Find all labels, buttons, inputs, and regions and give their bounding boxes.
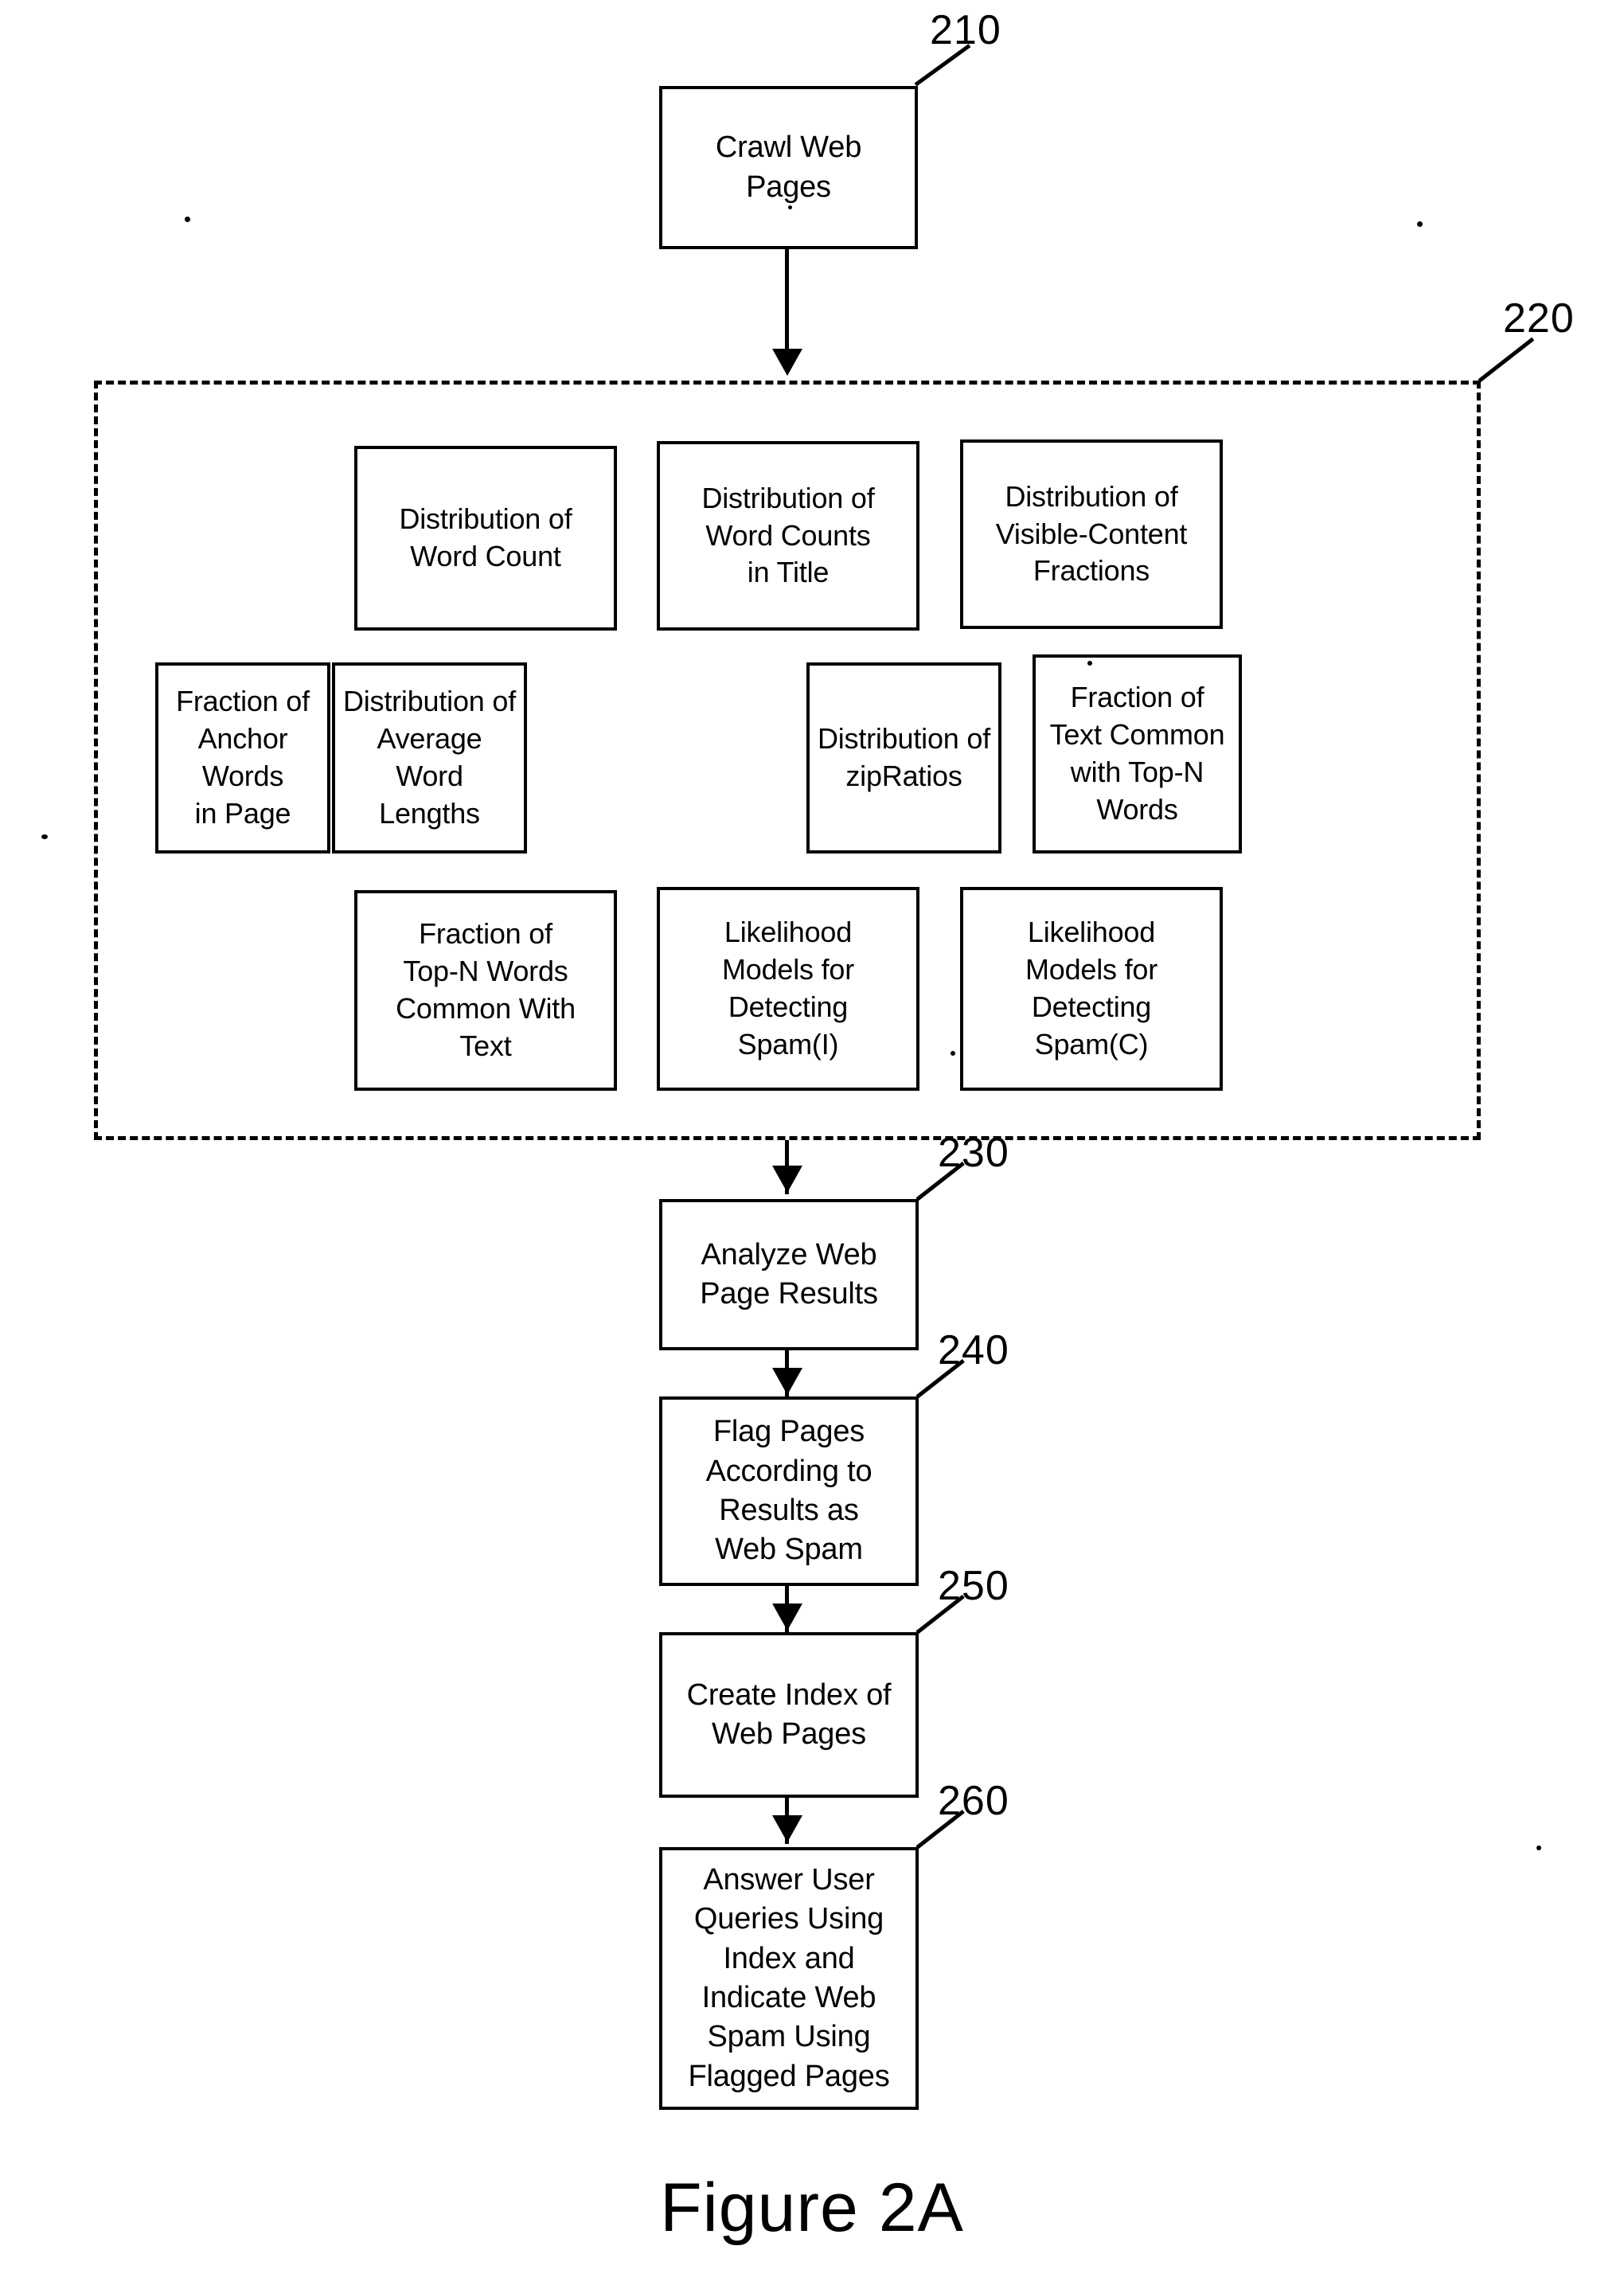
feature-box-label: Distribution of Visible-Content Fractions <box>995 479 1188 588</box>
feature-box-distribution-of-visible-content-fractions: Distribution of Visible-Content Fractions <box>960 439 1223 629</box>
feature-box-label: Fraction of Top-N Words Common With Text <box>396 917 576 1062</box>
feature-box-label: Likelihood Models for Detecting Spam(I) <box>721 916 855 1061</box>
scan-speck <box>41 834 48 839</box>
arrowhead-features-to-analyze <box>772 1166 802 1193</box>
reference-numeral-250: 250 <box>938 1563 1009 1609</box>
feature-box-label: Fraction of Anchor Words in Page <box>176 685 310 830</box>
scan-speck <box>185 217 190 222</box>
process-box-answer-user-queries-label: Answer User Queries Using Index and Indicat… <box>688 1862 890 2093</box>
arrowhead-flag-to-index <box>772 1603 802 1631</box>
process-box-create-index-label: Create Index of Web Pages <box>686 1678 892 1751</box>
feature-box-label: Distribution of zipRatios <box>817 722 991 792</box>
feature-box-likelihood-models-for-detecting-spam-i: Likelihood Models for Detecting Spam(I) <box>657 887 919 1091</box>
scan-speck <box>951 1051 955 1056</box>
process-box-flag-pages: Flag Pages According to Results as Web Spam <box>659 1396 919 1586</box>
feature-box-label: Likelihood Models for Detecting Spam(C) <box>1025 916 1158 1061</box>
figure-caption: Figure 2A <box>660 2170 964 2246</box>
reference-numeral-260: 260 <box>938 1778 1009 1824</box>
process-box-crawl-web-pages-label: Crawl Web Pages <box>715 131 862 204</box>
process-box-analyze-web-page-results: Analyze Web Page Results <box>659 1199 919 1350</box>
feature-box-distribution-of-zipratios: Distribution of zipRatios <box>806 662 1001 853</box>
feature-box-label: Distribution of Word Count <box>399 502 572 572</box>
process-box-answer-user-queries: Answer User Queries Using Index and Indicat… <box>659 1847 919 2110</box>
feature-box-likelihood-models-for-detecting-spam-c: Likelihood Models for Detecting Spam(C) <box>960 887 1223 1091</box>
arrowhead-crawl-to-features <box>772 349 802 376</box>
feature-box-fraction-of-anchor-words-in-page: Fraction of Anchor Words in Page <box>155 662 330 853</box>
leader-line-220 <box>1478 337 1535 383</box>
scan-speck <box>788 205 792 209</box>
process-box-flag-pages-label: Flag Pages According to Results as Web Spam <box>705 1415 873 1567</box>
arrowhead-analyze-to-flag <box>772 1368 802 1395</box>
feature-box-fraction-of-text-common-with-top-n-words: Fraction of Text Common with Top-N Words <box>1033 654 1242 853</box>
reference-numeral-240: 240 <box>938 1327 1009 1373</box>
scan-speck <box>1417 221 1423 227</box>
feature-box-label: Fraction of Text Common with Top-N Words <box>1049 681 1225 826</box>
process-box-analyze-web-page-results-label: Analyze Web Page Results <box>700 1237 878 1311</box>
process-box-create-index: Create Index of Web Pages <box>659 1632 919 1798</box>
figure-canvas: Crawl Web Pages 210 220 Distribution of Wo… <box>0 0 1624 2289</box>
reference-numeral-230: 230 <box>938 1130 1009 1176</box>
arrowhead-index-to-answer <box>772 1815 802 1842</box>
feature-box-distribution-of-word-count: Distribution of Word Count <box>354 446 617 631</box>
connector-crawl-to-features <box>785 249 789 351</box>
feature-box-distribution-of-word-counts-in-title: Distribution of Word Counts in Title <box>657 441 919 631</box>
scan-speck <box>1536 1846 1541 1850</box>
process-box-crawl-web-pages: Crawl Web Pages <box>659 86 918 249</box>
reference-numeral-210: 210 <box>930 7 1001 53</box>
reference-numeral-220: 220 <box>1503 295 1575 342</box>
feature-box-label: Distribution of Average Word Lengths <box>342 685 517 830</box>
feature-box-label: Distribution of Word Counts in Title <box>701 481 875 589</box>
feature-box-distribution-of-average-word-lengths: Distribution of Average Word Lengths <box>332 662 527 853</box>
scan-speck <box>1087 661 1092 666</box>
feature-box-fraction-of-top-n-words-common-with-text: Fraction of Top-N Words Common With Text <box>354 890 617 1091</box>
